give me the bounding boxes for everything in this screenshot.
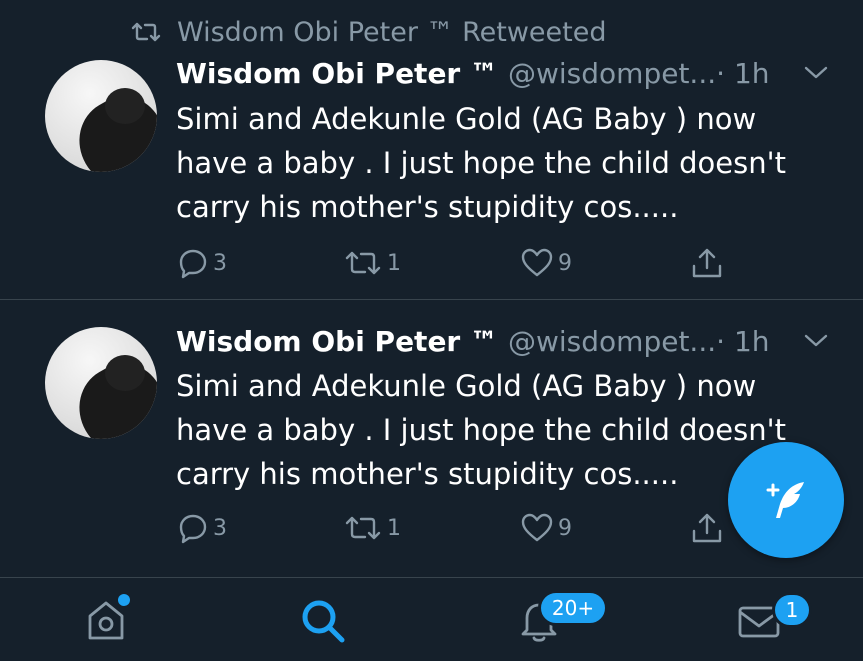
retweet-count: 1 <box>387 250 401 276</box>
social-context-text: Wisdom Obi Peter ™ Retweeted <box>177 16 607 48</box>
tweet-header: Wisdom Obi Peter ™ @wisdompet... · 1h <box>176 321 770 361</box>
like-button[interactable]: 9 <box>520 508 572 548</box>
tab-messages[interactable]: 1 <box>734 592 812 656</box>
retweet-button[interactable]: 1 <box>343 508 401 548</box>
tab-home[interactable] <box>82 594 142 656</box>
like-button[interactable]: 9 <box>520 243 572 283</box>
tweet-text: Simi and Adekunle Gold (AG Baby ) now ha… <box>176 102 786 224</box>
display-name[interactable]: Wisdom Obi Peter ™ <box>176 325 498 358</box>
share-icon <box>692 513 722 543</box>
display-name[interactable]: Wisdom Obi Peter ™ <box>176 57 498 90</box>
timestamp: · 1h <box>716 324 770 358</box>
handle[interactable]: @wisdompet... <box>508 57 716 90</box>
reply-icon <box>179 249 207 279</box>
compose-tweet-button[interactable] <box>728 442 844 558</box>
avatar[interactable] <box>45 327 157 439</box>
retweet-icon <box>131 22 161 42</box>
tweet[interactable]: Wisdom Obi Peter ™ @wisdompet... · 1h Si… <box>0 300 863 578</box>
reply-button[interactable]: 3 <box>177 508 227 548</box>
tweet-header: Wisdom Obi Peter ™ @wisdompet... · 1h <box>176 53 770 93</box>
search-icon <box>302 600 345 643</box>
messages-badge: 1 <box>772 592 812 628</box>
reply-icon <box>179 514 207 544</box>
timestamp: · 1h <box>716 56 770 90</box>
share-button[interactable] <box>690 243 728 283</box>
retweet-button[interactable]: 1 <box>343 243 401 283</box>
reply-count: 3 <box>213 515 227 541</box>
like-icon <box>521 513 553 542</box>
notifications-badge: 20+ <box>538 590 608 626</box>
like-count: 9 <box>558 515 572 541</box>
tab-search[interactable] <box>298 596 358 656</box>
avatar[interactable] <box>45 60 157 172</box>
share-button[interactable] <box>690 508 728 548</box>
home-unread-dot <box>118 594 130 606</box>
chevron-down-icon[interactable] <box>803 62 829 82</box>
retweet-icon <box>345 251 381 275</box>
tweet[interactable]: Wisdom Obi Peter ™ Retweeted Wisdom Obi … <box>0 0 863 300</box>
tab-notifications[interactable]: 20+ <box>515 590 608 656</box>
reply-count: 3 <box>213 250 227 276</box>
social-context: Wisdom Obi Peter ™ Retweeted <box>131 14 606 50</box>
like-count: 9 <box>558 250 572 276</box>
handle[interactable]: @wisdompet... <box>508 325 716 358</box>
reply-button[interactable]: 3 <box>177 243 227 283</box>
chevron-down-icon[interactable] <box>803 330 829 350</box>
retweet-icon <box>345 516 381 540</box>
share-icon <box>692 248 722 278</box>
like-icon <box>521 248 553 277</box>
retweet-count: 1 <box>387 515 401 541</box>
compose-icon <box>766 482 804 518</box>
bottom-tab-bar: 20+ 1 <box>0 578 863 661</box>
tweet-actions: 3 1 9 <box>0 243 863 283</box>
